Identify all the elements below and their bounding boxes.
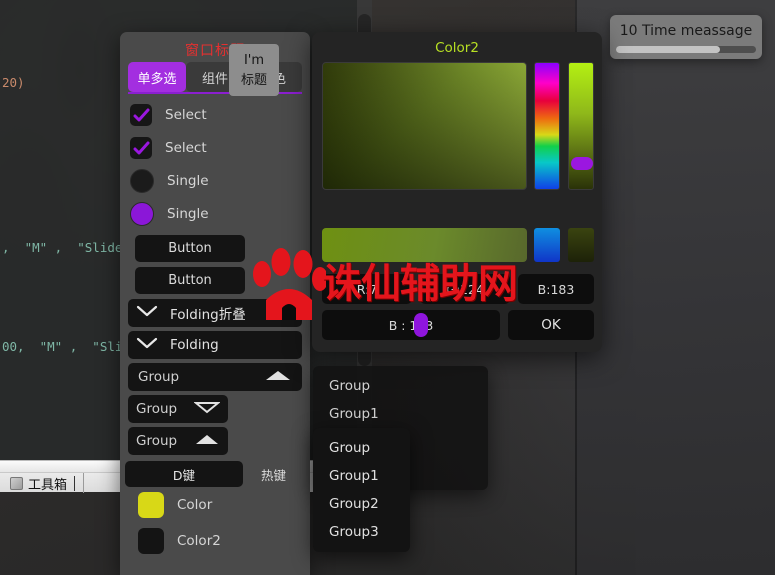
color-swatch[interactable] [138, 528, 164, 554]
dropdown-item[interactable]: Group [313, 434, 410, 462]
toolbox-icon [10, 476, 23, 490]
tab-label: 单多选 [137, 71, 177, 87]
value-slider[interactable] [568, 62, 594, 190]
tooltip-line-1: I'm [243, 52, 265, 68]
tooltip-line-2: 标题 [240, 72, 267, 88]
group-selector-2[interactable]: Group [128, 395, 228, 423]
dropdown-item[interactable]: Group [313, 372, 488, 400]
checkbox-checked-icon[interactable] [130, 136, 152, 159]
toolbox-tab[interactable]: 工具箱 [6, 473, 85, 493]
radio-row[interactable]: Single [120, 197, 310, 230]
color-label: Color2 [177, 533, 221, 549]
toast-progress-track [616, 46, 756, 53]
checkbox-checked-icon[interactable] [130, 103, 152, 126]
text-caret [74, 475, 76, 491]
color-label: Color [177, 497, 213, 513]
checkbox-row[interactable]: Select [120, 98, 310, 131]
radio-row[interactable]: Single [120, 164, 310, 197]
folding-label: Folding折叠 [170, 307, 246, 323]
group-label: Group [138, 369, 180, 385]
group-label: Group [136, 401, 178, 417]
button-primary[interactable]: Button [135, 235, 245, 262]
hotkey-row: D键 热键 [120, 461, 310, 487]
dropdown-item[interactable]: Group1 [313, 462, 410, 490]
color-dialog-title: Color2 [435, 40, 479, 56]
triangle-down-icon [193, 401, 221, 418]
value-slider-knob[interactable] [571, 157, 593, 170]
checkbox-label: Select [165, 139, 207, 156]
dropdown-item[interactable]: Group1 [313, 400, 488, 428]
tooltip: I'm 标题 [229, 44, 279, 96]
background-right-panel [575, 0, 775, 575]
blue-slider[interactable]: B : 183 [322, 310, 500, 340]
toast-progress-fill [616, 46, 720, 53]
radio-label: Single [167, 205, 209, 222]
dropdown-item[interactable]: Group3 [313, 518, 410, 546]
color-preview-secondary [534, 228, 560, 262]
toast-notification[interactable]: 10 Time meassage [610, 15, 762, 59]
group-label: Group [136, 433, 178, 449]
ok-button[interactable]: OK [508, 310, 594, 340]
paw-logo [253, 248, 326, 320]
hotkey-button[interactable]: D键 [125, 461, 243, 487]
toast-message: 10 Time meassage [619, 23, 753, 39]
color-row-2[interactable]: Color2 [120, 523, 310, 559]
radio-checked-icon[interactable] [130, 201, 154, 226]
radio-label: Single [167, 172, 209, 189]
color-swatch[interactable] [138, 492, 164, 518]
b-field[interactable]: B:183 [518, 274, 594, 304]
folding-label: Folding [170, 337, 219, 353]
color-preview [322, 228, 527, 262]
chevron-down-icon [136, 305, 158, 321]
saturation-value-box[interactable] [322, 62, 527, 190]
checkbox-label: Select [165, 106, 207, 123]
preview-row [322, 228, 594, 262]
radio-unchecked-icon[interactable] [130, 168, 154, 193]
tab-multiselect[interactable]: 单多选 [128, 62, 186, 92]
triangle-up-icon [264, 369, 292, 386]
blue-slider-knob[interactable] [414, 313, 428, 337]
color-preview-tertiary [568, 228, 594, 262]
site-watermark: 诛仙辅助网 [322, 261, 518, 307]
button-secondary[interactable]: Button [135, 267, 245, 294]
toolbox-tab-label: 工具箱 [28, 477, 68, 493]
triangle-up-icon [194, 433, 220, 450]
folding-header-2[interactable]: Folding [128, 331, 302, 359]
hue-slider[interactable] [534, 62, 560, 190]
group-selector-1[interactable]: Group [128, 363, 302, 391]
group-selector-3[interactable]: Group [128, 427, 228, 455]
dropdown-item[interactable]: Group2 [313, 490, 410, 518]
checkbox-row[interactable]: Select [120, 131, 310, 164]
chevron-down-icon [136, 337, 158, 353]
dialog-title: 窗口标题 [185, 43, 245, 59]
hotkey-label: 热键 [261, 467, 287, 483]
tab-label: 组件 [201, 71, 228, 87]
settings-list: Select Select Single Single Button Butto… [120, 98, 310, 575]
group-dropdown-front: Group Group1 Group2 Group3 [313, 428, 410, 552]
color-row-1[interactable]: Color [120, 487, 310, 523]
